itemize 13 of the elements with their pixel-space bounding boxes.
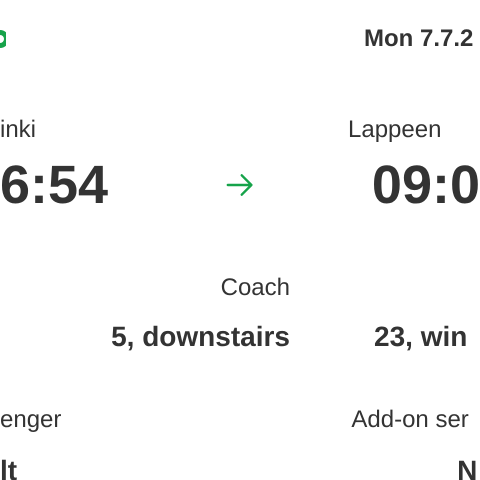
addons-value: N	[457, 454, 478, 480]
addons-label: Add-on ser	[351, 405, 469, 435]
departure-time: 6:54	[0, 158, 108, 212]
passenger-value: lt	[0, 454, 18, 480]
travel-date: Mon 7.7.2	[364, 24, 474, 54]
coach-label: Coach	[220, 273, 290, 303]
arrival-station: Lappeen	[348, 115, 442, 145]
departure-station: inki	[0, 115, 36, 145]
passenger-label: enger	[0, 405, 62, 435]
status-icon	[0, 28, 6, 50]
arrival-time: 09:0	[372, 158, 480, 212]
coach-value: 5, downstairs	[111, 320, 290, 354]
seat-value: 23, win	[374, 320, 468, 354]
